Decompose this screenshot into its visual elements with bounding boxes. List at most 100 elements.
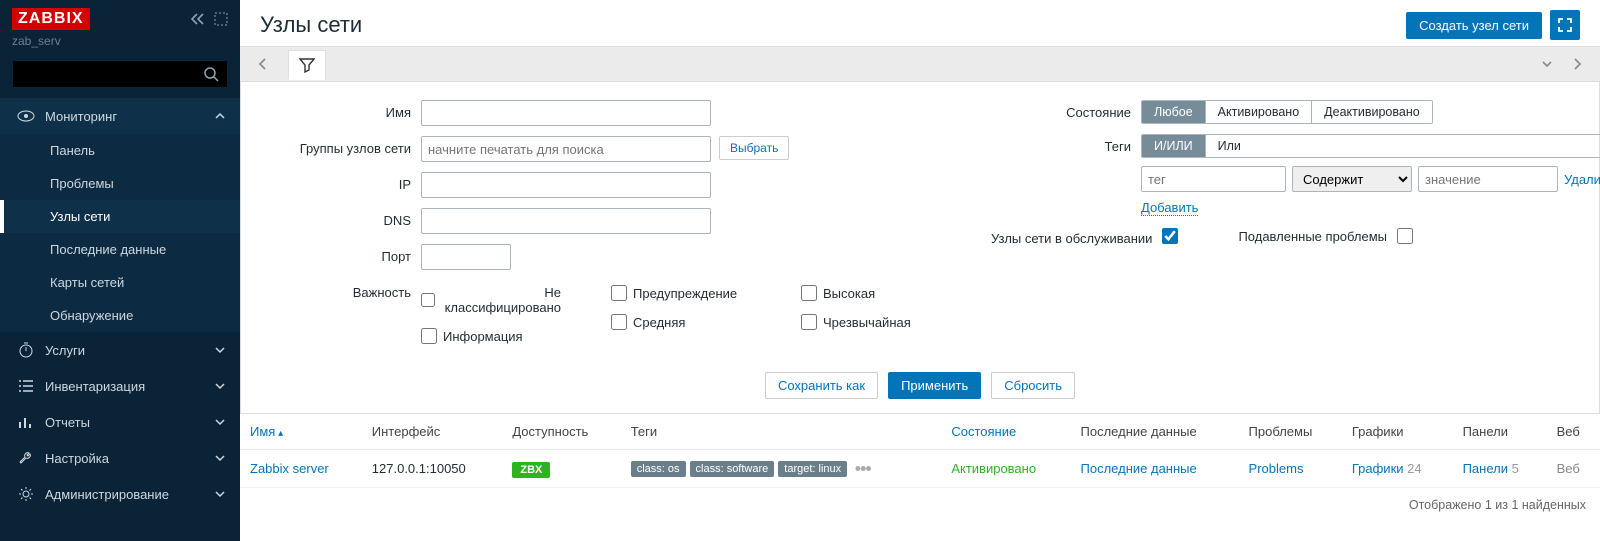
severity-cb-label: Высокая (823, 286, 875, 301)
severity-cb-4[interactable] (801, 285, 817, 301)
status-opt-any[interactable]: Любое (1142, 101, 1205, 123)
th-status[interactable]: Состояние (941, 414, 1070, 450)
dashboards-count: 5 (1512, 461, 1519, 476)
table-row: Zabbix server 127.0.0.1:10050 ZBX class:… (240, 450, 1600, 488)
filter-dns-input[interactable] (421, 208, 711, 234)
tag-badge: class: os (631, 461, 686, 477)
availability-badge-zbx: ZBX (512, 462, 550, 478)
nav-services[interactable]: Услуги (0, 332, 240, 368)
tag-badge: class: software (690, 461, 775, 477)
chevron-down-icon (214, 488, 226, 500)
th-graphs: Графики (1342, 414, 1453, 450)
chevron-up-icon (214, 110, 226, 122)
severity-cb-label: Не классифицировано (441, 285, 561, 315)
severity-cb-1[interactable] (421, 328, 437, 344)
hostgroups-select-button[interactable]: Выбрать (719, 136, 789, 160)
tag-add-link[interactable]: Добавить (1141, 200, 1198, 216)
severity-cb-5[interactable] (801, 314, 817, 330)
tags-more-icon[interactable]: ••• (855, 459, 871, 479)
severity-cb-label: Чрезвычайная (823, 315, 911, 330)
tag-mode-segmented: И/ИЛИ Или (1141, 134, 1600, 158)
filter-severity-label: Важность (271, 280, 421, 300)
nav-admin[interactable]: Администрирование (0, 476, 240, 512)
th-dashboards: Панели (1453, 414, 1547, 450)
maintenance-checkbox[interactable] (1162, 228, 1178, 244)
filter-prev-icon[interactable] (250, 57, 276, 71)
filter-name-input[interactable] (421, 100, 711, 126)
severity-cb-label: Информация (443, 329, 523, 344)
filter-ip-input[interactable] (421, 172, 711, 198)
filter-collapse-icon[interactable] (1534, 57, 1560, 71)
th-availability: Доступность (502, 414, 620, 450)
subnav-problems[interactable]: Проблемы (0, 167, 240, 200)
fullscreen-icon[interactable] (1550, 10, 1580, 40)
filter-hostgroups-input[interactable] (421, 136, 711, 162)
global-search[interactable] (12, 60, 228, 88)
main-content: Узлы сети Создать узел сети (240, 0, 1600, 541)
filter-apply-button[interactable]: Применить (888, 372, 981, 399)
severity-cb-3[interactable] (611, 314, 627, 330)
tag-op-select[interactable]: Содержит (1292, 166, 1412, 192)
filter-save-as-button[interactable]: Сохранить как (765, 372, 878, 399)
graphs-link[interactable]: Графики 24 (1352, 461, 1422, 476)
filter-tab-funnel[interactable] (288, 50, 326, 80)
dashboards-link[interactable]: Панели 5 (1463, 461, 1519, 476)
subnav-hosts[interactable]: Узлы сети (0, 200, 240, 233)
subnav-discovery[interactable]: Обнаружение (0, 299, 240, 332)
status-opt-disabled[interactable]: Деактивировано (1311, 101, 1432, 123)
tag-value-input[interactable] (1418, 166, 1558, 192)
severity-cb-0[interactable] (421, 292, 435, 308)
severity-cb-label: Средняя (633, 315, 685, 330)
nav-label: Мониторинг (45, 109, 117, 124)
search-icon[interactable] (203, 66, 219, 82)
host-status[interactable]: Активировано (951, 461, 1036, 476)
filter-status-label: Состояние (991, 100, 1141, 120)
filter-port-label: Порт (271, 244, 421, 264)
filter-panel: Имя Группы узлов сети Выбрать IP DNS (240, 82, 1600, 414)
suppressed-checkbox[interactable] (1397, 228, 1413, 244)
graphs-label: Графики (1352, 461, 1404, 476)
chevron-down-icon (214, 380, 226, 392)
nav-reports[interactable]: Отчеты (0, 404, 240, 440)
nav-label: Настройка (45, 451, 109, 466)
page-title: Узлы сети (260, 12, 362, 38)
host-tags-cell: class: osclass: softwaretarget: linux ••… (621, 450, 942, 488)
tagmode-andor[interactable]: И/ИЛИ (1142, 135, 1205, 157)
th-name[interactable]: Имя (240, 414, 362, 450)
filter-reset-button[interactable]: Сбросить (991, 372, 1075, 399)
nav-label: Администрирование (45, 487, 169, 502)
filter-maintenance-label: Узлы сети в обслуживании (991, 226, 1162, 246)
filter-next-icon[interactable] (1564, 57, 1590, 71)
subnav-latest-data[interactable]: Последние данные (0, 233, 240, 266)
logo[interactable]: ZABBIX (12, 8, 90, 30)
th-web: Веб (1547, 414, 1600, 450)
create-host-button[interactable]: Создать узел сети (1406, 12, 1542, 39)
subnav-panel[interactable]: Панель (0, 134, 240, 167)
global-search-input[interactable] (21, 67, 203, 82)
list-icon (17, 377, 37, 395)
nav-label: Инвентаризация (45, 379, 145, 394)
problems-link[interactable]: Problems (1249, 461, 1304, 476)
filter-hostgroups-label: Группы узлов сети (271, 136, 421, 156)
severity-cb-2[interactable] (611, 285, 627, 301)
status-opt-enabled[interactable]: Активировано (1205, 101, 1312, 123)
nav-inventory[interactable]: Инвентаризация (0, 368, 240, 404)
nav-config[interactable]: Настройка (0, 440, 240, 476)
tag-name-input[interactable] (1141, 166, 1286, 192)
filter-dns-label: DNS (271, 208, 421, 228)
subnav-maps[interactable]: Карты сетей (0, 266, 240, 299)
nav-monitoring[interactable]: Мониторинг (0, 98, 240, 134)
wrench-icon (17, 449, 37, 467)
stopwatch-icon (17, 341, 37, 359)
host-name-link[interactable]: Zabbix server (250, 461, 329, 476)
latest-data-link[interactable]: Последние данные (1081, 461, 1197, 476)
tag-remove-link[interactable]: Удалить (1564, 172, 1600, 187)
filter-port-input[interactable] (421, 244, 511, 270)
chevron-down-icon (214, 416, 226, 428)
tagmode-or[interactable]: Или (1205, 135, 1253, 157)
th-interface: Интерфейс (362, 414, 503, 450)
sidebar-hide-icon[interactable] (214, 12, 228, 26)
sidebar-collapse-icon[interactable] (190, 12, 208, 26)
tag-badge: target: linux (778, 461, 847, 477)
gear-icon (17, 485, 37, 503)
